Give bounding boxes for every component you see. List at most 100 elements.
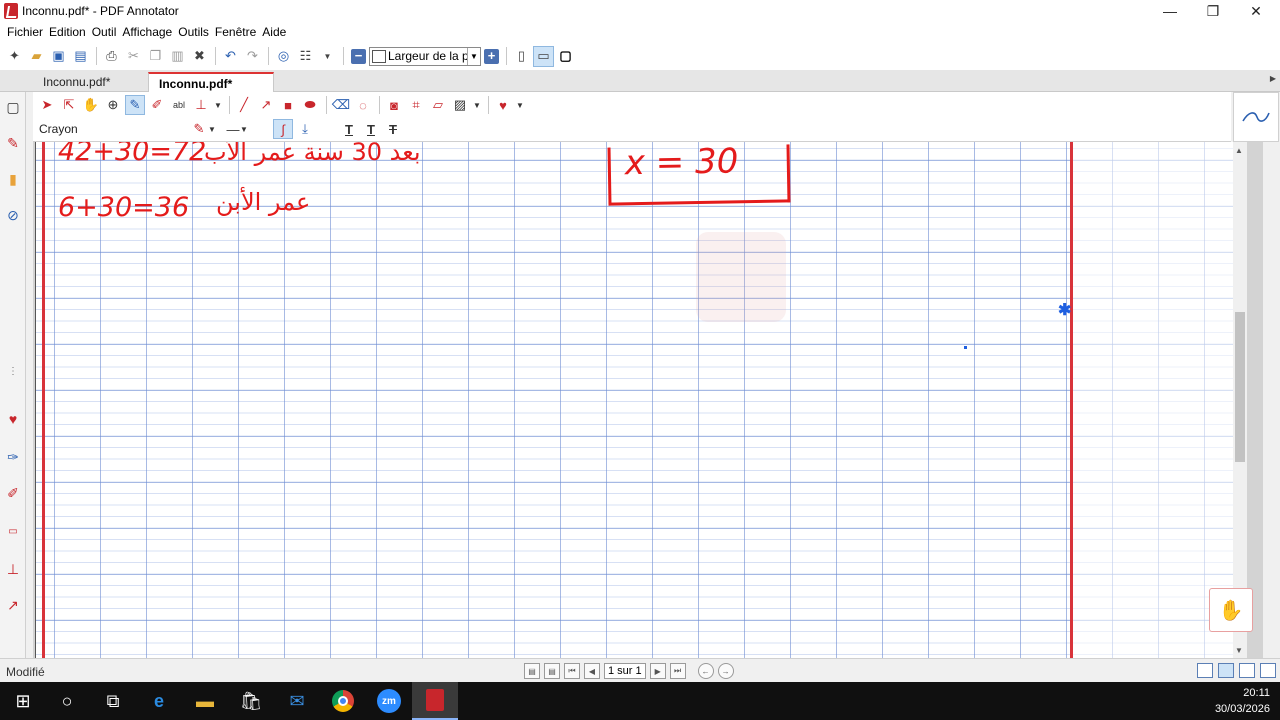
stroke-preview[interactable]: [1233, 92, 1279, 142]
chevron-down-icon[interactable]: ▼: [239, 119, 249, 139]
camera-snapshot-icon[interactable]: ◙: [384, 95, 404, 115]
copy-icon[interactable]: ❐: [145, 46, 166, 67]
attachment-icon[interactable]: ⊘: [4, 206, 22, 224]
edge-browser-icon[interactable]: e: [136, 682, 182, 720]
crop-icon[interactable]: ⌗: [406, 95, 426, 115]
restore-button[interactable]: ❐: [1193, 0, 1233, 22]
back-icon[interactable]: ←: [697, 663, 714, 679]
previous-document-icon[interactable]: ▤: [524, 663, 540, 679]
ruler-icon[interactable]: ▱: [428, 95, 448, 115]
page-indicator[interactable]: 1 sur 1: [604, 663, 646, 679]
scrollbar-thumb[interactable]: [1235, 312, 1245, 462]
magnifier-icon[interactable]: ⊕: [103, 95, 123, 115]
arrow-tool-icon[interactable]: ↗: [256, 95, 276, 115]
windows-start-icon[interactable]: ⊞: [0, 682, 46, 720]
file-explorer-icon[interactable]: ▬: [182, 682, 228, 720]
tab-scroll-right-icon[interactable]: ▶: [1270, 74, 1276, 83]
print-icon[interactable]: ⎙: [101, 46, 122, 67]
minimize-button[interactable]: —: [1150, 0, 1190, 22]
zoom-out-button[interactable]: −: [351, 48, 366, 64]
stamp-tool-icon[interactable]: ⊥: [191, 95, 211, 115]
document-viewport[interactable]: 42+30=72 بعد 30 سنة عمر الأب 6+30=36 عمر…: [33, 142, 1263, 658]
favorites-heart-icon[interactable]: ♥: [4, 410, 22, 428]
chevron-down-icon[interactable]: ▼: [467, 47, 480, 65]
single-page-mode-icon[interactable]: [1197, 663, 1213, 678]
page-thumbnail-icon[interactable]: ▢: [4, 98, 22, 116]
lasso-icon[interactable]: ◌: [353, 95, 373, 115]
menu-edition[interactable]: Edition: [49, 25, 86, 39]
single-page-view-icon[interactable]: ▯: [511, 46, 532, 67]
highlighter-pen-icon[interactable]: ✐: [147, 95, 167, 115]
mail-icon[interactable]: ✉: [274, 682, 320, 720]
scroll-up-icon[interactable]: ▲: [1235, 146, 1243, 155]
pdf-page[interactable]: 42+30=72 بعد 30 سنة عمر الأب 6+30=36 عمر…: [35, 142, 1242, 658]
insert-image-icon[interactable]: ▨: [450, 95, 470, 115]
first-page-icon[interactable]: ⏮: [564, 663, 580, 679]
tab-inconnu-2[interactable]: Inconnu.pdf*: [148, 72, 274, 92]
close-button[interactable]: ✕: [1236, 0, 1276, 22]
pressure-sensitivity-icon[interactable]: ⤓: [295, 119, 315, 139]
fit-width-view-icon[interactable]: ▭: [533, 45, 554, 67]
chevron-down-icon[interactable]: ▼: [207, 119, 217, 139]
search-icon[interactable]: ○: [44, 682, 90, 720]
pen-icon[interactable]: ✎: [125, 95, 145, 115]
undo-icon[interactable]: ↶: [220, 46, 241, 67]
new-document-icon[interactable]: ✦: [4, 46, 25, 67]
eraser-icon[interactable]: ⌫: [331, 95, 351, 115]
redo-icon[interactable]: ↷: [242, 46, 263, 67]
store-icon[interactable]: 🛍: [228, 682, 274, 720]
line-tool-icon[interactable]: ╱: [234, 95, 254, 115]
zoom-select[interactable]: Largeur de la pa ▼: [369, 46, 481, 66]
menu-fenetre[interactable]: Fenêtre: [215, 25, 256, 39]
chrome-icon[interactable]: [320, 682, 366, 720]
system-clock[interactable]: 20:11 30/03/2026: [1215, 685, 1270, 717]
hand-tool-floating-button[interactable]: ✋: [1209, 588, 1253, 632]
chevron-down-icon[interactable]: ▼: [213, 95, 223, 115]
chevron-down-icon[interactable]: ▼: [317, 46, 338, 67]
cut-icon[interactable]: ✂: [123, 46, 144, 67]
find-binoculars-icon[interactable]: ◎: [273, 46, 294, 67]
text-underline-icon[interactable]: T: [339, 119, 359, 139]
select-arrow-icon[interactable]: ➤: [37, 95, 57, 115]
pen-tool-icon[interactable]: ✑: [4, 448, 22, 466]
text-select-icon[interactable]: ⇱: [59, 95, 79, 115]
delete-icon[interactable]: ✖: [189, 46, 210, 67]
hand-tool-icon[interactable]: ✋: [81, 95, 101, 115]
ellipse-tool-icon[interactable]: ⬬: [300, 95, 320, 115]
zoom-in-button[interactable]: +: [484, 48, 499, 64]
text-strikethrough-icon[interactable]: T: [383, 119, 403, 139]
text-double-underline-icon[interactable]: T: [361, 119, 381, 139]
next-document-icon[interactable]: ▤: [544, 663, 560, 679]
text-box-icon[interactable]: abl: [169, 95, 189, 115]
scroll-down-icon[interactable]: ▼: [1235, 646, 1243, 655]
stamp-icon[interactable]: ⊥: [4, 560, 22, 578]
chevron-down-icon[interactable]: ▼: [472, 95, 482, 115]
zoom-app-icon[interactable]: zm: [366, 682, 412, 720]
continuous-mode-icon[interactable]: [1218, 663, 1234, 678]
tab-inconnu-1[interactable]: Inconnu.pdf*: [33, 72, 120, 92]
chevron-down-icon[interactable]: ▼: [515, 95, 525, 115]
pdf-annotator-taskbar-icon[interactable]: [412, 682, 458, 720]
rectangle-tool-icon[interactable]: ■: [278, 95, 298, 115]
pen-color-icon[interactable]: ✎: [189, 119, 209, 139]
smooth-stroke-icon[interactable]: ∫: [273, 119, 293, 139]
menu-fichier[interactable]: Fichier: [7, 25, 43, 39]
two-page-mode-icon[interactable]: [1239, 663, 1255, 678]
forward-icon[interactable]: →: [717, 663, 734, 679]
arrow-tool-icon[interactable]: ↗: [4, 596, 22, 614]
menu-aide[interactable]: Aide: [262, 25, 286, 39]
bookmark-folder-icon[interactable]: ▮: [4, 170, 22, 188]
text-field-icon[interactable]: ▭: [4, 522, 22, 540]
fullscreen-icon[interactable]: ▢: [555, 46, 576, 67]
menu-outils[interactable]: Outils: [178, 25, 209, 39]
properties-icon[interactable]: ☷: [295, 46, 316, 67]
highlighter-icon[interactable]: ✐: [4, 484, 22, 502]
open-folder-icon[interactable]: ▰: [26, 46, 47, 67]
menu-outil[interactable]: Outil: [92, 25, 117, 39]
drag-handle-icon[interactable]: ⋮: [4, 362, 22, 380]
paste-icon[interactable]: ▥: [167, 46, 188, 67]
last-page-icon[interactable]: ⏭: [669, 663, 686, 679]
task-view-icon[interactable]: ⧉: [90, 682, 136, 720]
previous-page-icon[interactable]: ◀: [584, 663, 600, 679]
next-page-icon[interactable]: ▶: [649, 663, 666, 679]
